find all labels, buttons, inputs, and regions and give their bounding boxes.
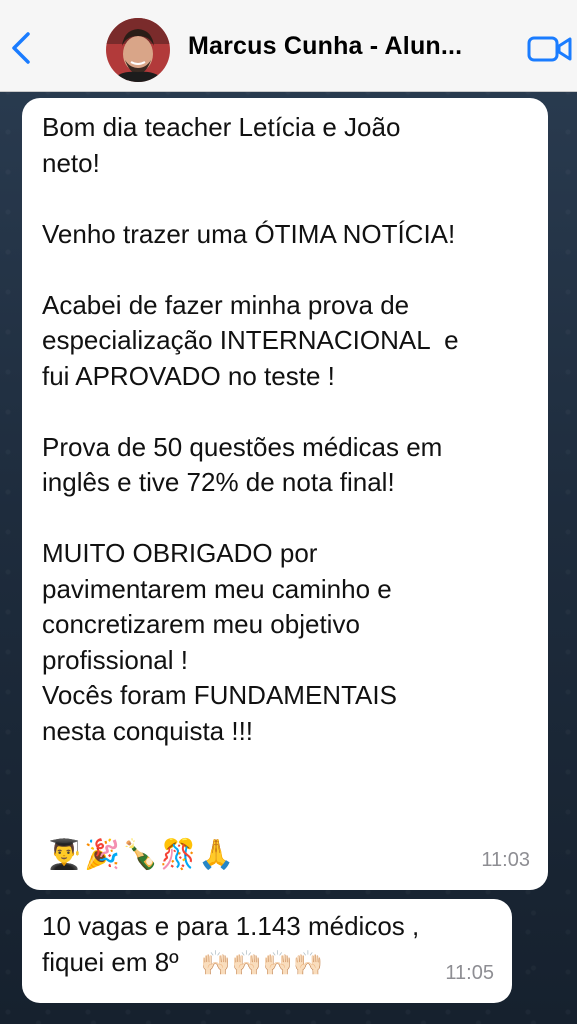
message-bubble-1[interactable]: Bom dia teacher Letícia e João neto! Ven… xyxy=(22,98,548,890)
message-text: 10 vagas e para 1.143 médicos , fiquei e… xyxy=(42,909,494,981)
chat-header: Marcus Cunha - Alun... xyxy=(0,0,577,92)
message-emojis: 👨‍🎓🎉🍾🎊🙏 xyxy=(46,837,237,871)
message-bubble-2[interactable]: 10 vagas e para 1.143 médicos , fiquei e… xyxy=(22,899,512,1003)
avatar-photo xyxy=(106,18,170,82)
message-text: Bom dia teacher Letícia e João neto! Ven… xyxy=(42,112,459,746)
back-button[interactable] xyxy=(6,30,36,66)
message-emojis: 🙌🏻🙌🏻🙌🏻🙌🏻 xyxy=(200,948,325,977)
message-timestamp: 11:03 xyxy=(481,848,530,871)
video-call-button[interactable] xyxy=(526,30,574,68)
message-timestamp: 11:05 xyxy=(445,961,494,984)
chevron-left-icon xyxy=(12,32,30,64)
contact-avatar[interactable] xyxy=(106,18,170,82)
contact-name[interactable]: Marcus Cunha - Alun... xyxy=(188,32,508,61)
video-camera-icon xyxy=(527,36,572,62)
